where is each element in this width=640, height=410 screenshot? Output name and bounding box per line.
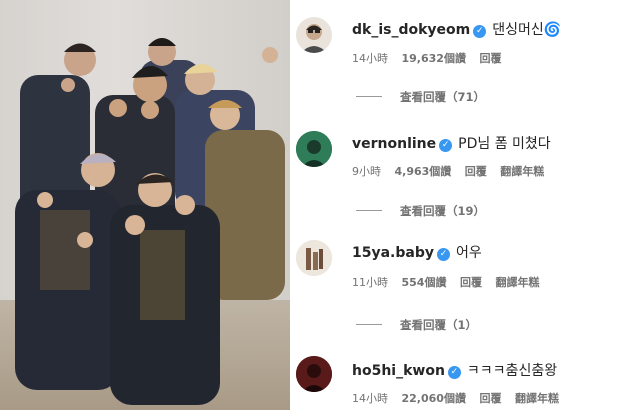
avatar-image-icon [296, 131, 332, 167]
comment-meta: 9小時 4,963個讚 回覆 翻譯年糕 [352, 163, 554, 179]
likes-count[interactable]: 19,632個讚 [402, 52, 466, 65]
view-replies-label: 查看回覆（1） [400, 318, 478, 332]
view-replies-button[interactable]: 查看回覆（19） [356, 203, 485, 219]
translate-button[interactable]: 翻譯年糕 [515, 392, 559, 405]
thumbs-up-hand [37, 192, 53, 208]
reply-button[interactable]: 回覆 [479, 52, 501, 65]
comment-time: 14小時 [352, 52, 388, 65]
verified-badge-icon: ✓ [439, 139, 453, 152]
view-replies-label: 查看回覆（19） [400, 204, 486, 218]
comment-text: 어우 [456, 245, 482, 261]
verified-badge-icon: ✓ [437, 248, 450, 261]
avatar-image-icon [296, 240, 332, 276]
thumbs-up-hand [77, 232, 93, 248]
comment-header: ho5hi_kwon ✓ ㅋㅋㅋ춤신춤왕 [352, 360, 557, 380]
comment-meta: 11小時 554個讚 回覆 翻譯年糕 [352, 274, 549, 290]
replies-divider [356, 324, 382, 325]
username-link[interactable]: 15ya.baby [352, 245, 434, 261]
waving-hand [141, 101, 159, 119]
reply-button[interactable]: 回覆 [465, 165, 487, 178]
comment-meta: 14小時 22,060個讚 回覆 翻譯年糕 [352, 390, 569, 406]
avatar-image-icon [301, 24, 327, 53]
post-photo [0, 0, 290, 410]
view-replies-button[interactable]: 查看回覆（71） [356, 89, 485, 105]
translate-button[interactable]: 翻譯年糕 [495, 276, 539, 289]
person-front-center [110, 173, 220, 405]
waving-hand [109, 99, 127, 117]
comment-text: PD님 폼 미쳤다 [458, 136, 551, 152]
verified-badge-icon: ✓ [447, 366, 461, 379]
likes-count[interactable]: 4,963個讚 [395, 165, 452, 178]
waving-hand [175, 195, 195, 215]
comment-time: 14小時 [352, 392, 388, 405]
username-link[interactable]: dk_is_dokyeom [352, 22, 470, 38]
avatar-image-icon [296, 356, 332, 392]
avatar[interactable] [296, 240, 332, 276]
reply-button[interactable]: 回覆 [460, 276, 482, 289]
comment-header: vernonline ✓ PD님 폼 미쳤다 [352, 133, 551, 153]
translate-button[interactable]: 翻譯年糕 [500, 165, 544, 178]
waving-hand [125, 215, 145, 235]
view-replies-button[interactable]: 查看回覆（1） [356, 317, 477, 333]
username-link[interactable]: ho5hi_kwon [352, 363, 445, 379]
username-link[interactable]: vernonline [352, 136, 436, 152]
replies-divider [356, 210, 382, 211]
comment-time: 9小時 [352, 165, 381, 178]
avatar[interactable] [296, 131, 332, 167]
reply-button[interactable]: 回覆 [479, 392, 501, 405]
comment-meta: 14小時 19,632個讚 回覆 [352, 50, 511, 66]
avatar[interactable] [296, 17, 332, 53]
likes-count[interactable]: 22,060個讚 [402, 392, 466, 405]
comment-text: ㅋㅋㅋ춤신춤왕 [466, 363, 558, 379]
verified-badge-icon: ✓ [473, 25, 487, 38]
comments-panel: dk_is_dokyeom ✓ 댄싱머신🌀 14小時 19,632個讚 回覆 查看回… [290, 0, 640, 410]
thumbs-up-hand [61, 78, 75, 92]
view-replies-label: 查看回覆（71） [400, 90, 486, 104]
waving-hand [262, 47, 278, 63]
group-photo-illustration [15, 38, 285, 405]
replies-divider [356, 96, 382, 97]
likes-count[interactable]: 554個讚 [402, 276, 447, 289]
comment-header: 15ya.baby ✓ 어우 [352, 242, 482, 262]
comment-time: 11小時 [352, 276, 388, 289]
comment-header: dk_is_dokyeom ✓ 댄싱머신🌀 [352, 19, 561, 39]
comment-text: 댄싱머신🌀 [492, 22, 562, 38]
avatar[interactable] [296, 356, 332, 392]
